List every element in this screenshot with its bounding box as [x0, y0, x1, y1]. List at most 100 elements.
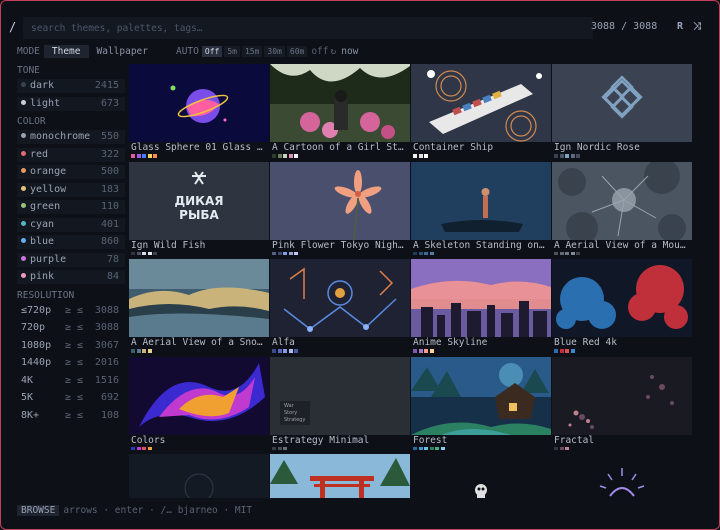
theme-card[interactable] [411, 454, 551, 498]
theme-card[interactable]: Alfa [270, 259, 410, 353]
color-dot-icon [21, 220, 26, 226]
auto-option-30m[interactable]: 30m [264, 45, 285, 57]
color-filter-purple[interactable]: purple 78 [17, 252, 125, 267]
theme-card[interactable]: A Aerial View of a Sno… [129, 259, 269, 353]
min-toggle[interactable]: ≥ [65, 304, 71, 318]
max-toggle[interactable]: ≤ [77, 321, 83, 335]
auto-option-60m[interactable]: 60m [286, 45, 308, 57]
theme-card[interactable] [270, 454, 410, 498]
theme-card[interactable]: Ign Nordic Rose [552, 64, 692, 158]
theme-card[interactable]: Container Ship [411, 64, 551, 158]
theme-card[interactable]: Colors [129, 356, 269, 451]
resolution-filter[interactable]: 5K ≥ ≤692 [17, 391, 125, 405]
palette-swatch [435, 446, 439, 450]
filter-count: 84 [106, 271, 119, 282]
palette-swatches [272, 154, 298, 158]
theme-card[interactable] [129, 454, 269, 498]
thumbnail-image [411, 454, 551, 498]
palette-swatch [147, 349, 152, 353]
color-dot-icon [21, 255, 26, 261]
color-filter-cyan[interactable]: cyan 401 [17, 217, 125, 232]
color-filter-pink[interactable]: pink 84 [17, 270, 125, 284]
resolution-filter[interactable]: ≤720p ≥ ≤3088 [17, 304, 125, 318]
filter-count: 78 [106, 253, 119, 265]
palette-swatches [413, 446, 445, 451]
palette-swatch [277, 154, 282, 158]
theme-card[interactable]: A Aerial View of a Mou… [552, 161, 692, 256]
resolution-section-title: RESOLUTION [17, 289, 75, 301]
color-dot-icon [21, 99, 26, 105]
theme-card[interactable]: A Skeleton Standing on… [411, 161, 551, 256]
filter-count: 860 [100, 236, 119, 247]
tone-filter-dark[interactable]: dark 2415 [17, 79, 125, 93]
tab-wallpaper[interactable]: Wallpaper [89, 45, 156, 58]
now-button[interactable]: now [341, 46, 358, 57]
theme-card[interactable]: ДИКАЯ РЫБА Ign Wild Fish [129, 161, 269, 256]
auto-option-5m[interactable]: 5m [224, 45, 240, 57]
palette-swatch [136, 154, 141, 158]
thumbnail-image: ДИКАЯ РЫБА [129, 161, 269, 240]
search-input[interactable] [23, 17, 593, 39]
color-filter-yellow[interactable]: yellow 183 [17, 182, 125, 197]
max-toggle[interactable]: ≤ [77, 374, 83, 388]
resolution-filter[interactable]: 720p ≥ ≤3088 [17, 321, 125, 335]
theme-card[interactable]: Glass Sphere 01 Glass … [129, 64, 269, 158]
palette-swatch [565, 251, 569, 255]
max-toggle[interactable]: ≤ [77, 304, 83, 318]
theme-card[interactable]: Pink Flower Tokyo Nigh… [270, 161, 410, 256]
theme-card[interactable]: Anime Skyline [411, 259, 551, 353]
color-filter-red[interactable]: red 322 [17, 147, 125, 162]
max-toggle[interactable]: ≤ [77, 391, 83, 405]
auto-option-15m[interactable]: 15m [241, 45, 263, 57]
tone-filter-light[interactable]: light 673 [17, 96, 125, 111]
color-filter-monochrome[interactable]: monochrome 550 [17, 130, 125, 144]
refresh-icon[interactable]: ↻ [331, 46, 337, 57]
theme-card[interactable]: Blue Red 4k [552, 259, 692, 353]
palette-swatch [131, 154, 135, 158]
palette-swatch [147, 446, 152, 450]
estrategy-line: War [284, 402, 294, 409]
color-filter-orange[interactable]: orange 500 [17, 165, 125, 179]
thumbnail-image [129, 356, 269, 435]
max-toggle[interactable]: ≤ [77, 339, 83, 353]
theme-card[interactable]: War Story Strategy Estrategy Minimal [270, 356, 410, 451]
color-filter-blue[interactable]: blue 860 [17, 235, 125, 249]
theme-card[interactable]: Fractal [552, 356, 692, 451]
auto-option-off[interactable]: Off [201, 45, 223, 57]
min-toggle[interactable]: ≥ [65, 374, 71, 388]
theme-card[interactable]: Forest [411, 356, 551, 451]
resolution-label: 720p [21, 322, 46, 333]
color-dot-icon [21, 150, 26, 156]
max-toggle[interactable]: ≤ [77, 409, 83, 423]
thumbnail-image [411, 161, 551, 240]
card-title: Ign Wild Fish [131, 239, 269, 251]
card-title: Fractal [554, 434, 692, 446]
color-filter-green[interactable]: green 110 [17, 200, 125, 214]
min-toggle[interactable]: ≥ [65, 321, 71, 335]
theme-card[interactable]: A Cartoon of a Girl St… [270, 64, 410, 158]
max-toggle[interactable]: ≤ [77, 356, 83, 370]
min-toggle[interactable]: ≥ [65, 356, 71, 370]
random-letter-icon[interactable]: R [677, 21, 683, 32]
tab-theme[interactable]: Theme [43, 44, 89, 58]
thumbnail-image [129, 64, 269, 142]
min-toggle[interactable]: ≥ [65, 339, 71, 353]
theme-card[interactable] [552, 454, 692, 498]
resolution-filter[interactable]: 1080p ≥ ≤3067 [17, 339, 125, 353]
palette-swatch [429, 349, 434, 353]
card-title: Glass Sphere 01 Glass … [131, 142, 269, 153]
color-dot-icon [21, 133, 26, 138]
min-toggle[interactable]: ≥ [65, 409, 71, 423]
palette-swatch [153, 251, 157, 255]
resolution-filter[interactable]: 8K+ ≥ ≤108 [17, 409, 125, 423]
shuffle-icon[interactable]: ⤨ [693, 21, 701, 32]
estrategy-text: War Story Strategy [284, 403, 305, 424]
card-title: Blue Red 4k [554, 337, 692, 348]
min-toggle[interactable]: ≥ [65, 391, 71, 405]
palette-swatch [153, 154, 157, 158]
resolution-filter[interactable]: 4K ≥ ≤1516 [17, 374, 125, 388]
resolution-filter[interactable]: 1440p ≥ ≤2016 [17, 356, 125, 370]
resolution-label: 8K+ [21, 409, 40, 421]
palette-swatch [570, 251, 575, 255]
filter-count: 183 [100, 183, 119, 195]
